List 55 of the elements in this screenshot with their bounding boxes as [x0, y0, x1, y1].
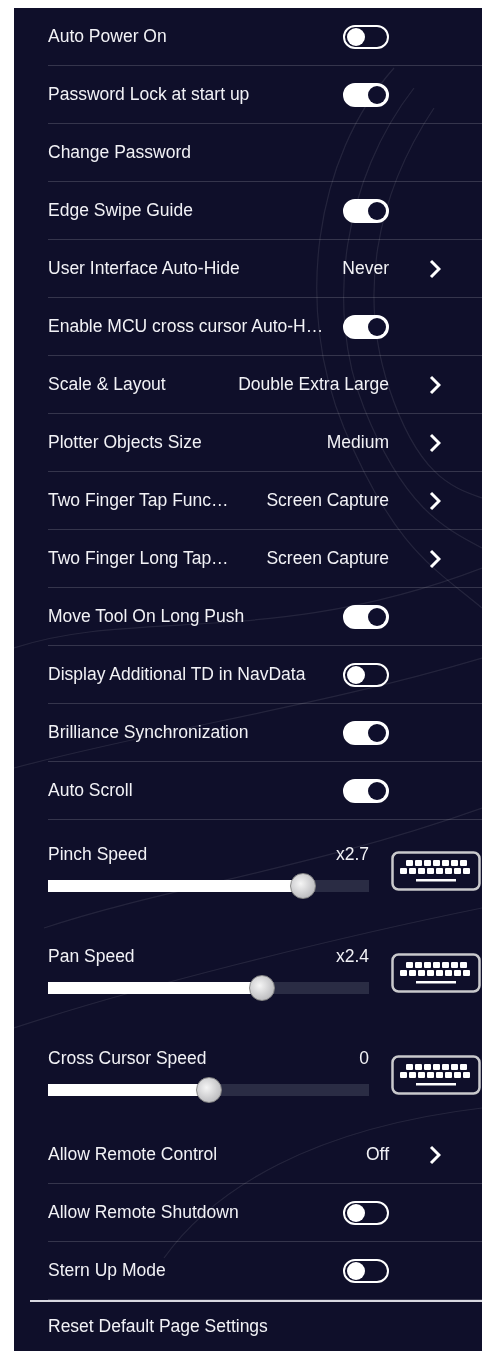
setting-label: Two Finger Long Tap… — [48, 548, 230, 569]
slider-label: Pan Speed — [48, 945, 135, 967]
setting-label: Scale & Layout — [48, 374, 167, 395]
slider-thumb[interactable] — [289, 872, 316, 899]
toggle-switch[interactable] — [343, 604, 389, 629]
setting-value: Screen Capture — [265, 548, 389, 569]
setting-label: Stern Up Mode — [48, 1260, 167, 1281]
toggle-switch[interactable] — [343, 662, 389, 687]
chevron-icon[interactable] — [429, 490, 441, 511]
setting-label: Auto Scroll — [48, 780, 134, 801]
setting-value: Screen Capture — [265, 490, 389, 511]
setting-label: Allow Remote Shutdown — [48, 1202, 240, 1223]
reset-action[interactable]: Reset Default Page Settings — [48, 1316, 268, 1337]
setting-label: Brilliance Synchronization — [48, 722, 250, 743]
setting-label: Two Finger Tap Func… — [48, 490, 230, 511]
keyboard-icon[interactable] — [391, 1055, 481, 1095]
keyboard-icon[interactable] — [391, 953, 481, 993]
setting-label: User Interface Auto-Hide — [48, 258, 241, 279]
setting-label: Allow Remote Control — [48, 1144, 219, 1165]
setting-label: Auto Power On — [48, 26, 168, 47]
slider-label: Cross Cursor Speed — [48, 1047, 207, 1069]
slider-reading: x2.4 — [335, 945, 369, 967]
slider-reading: 0 — [359, 1047, 369, 1069]
slider[interactable] — [48, 974, 369, 1001]
setting-label: Edge Swipe Guide — [48, 200, 194, 221]
slider[interactable] — [48, 1076, 369, 1103]
toggle-switch[interactable] — [343, 1200, 389, 1225]
chevron-icon[interactable] — [429, 432, 441, 453]
keyboard-icon[interactable] — [391, 851, 481, 891]
slider-label: Pinch Speed — [48, 843, 148, 865]
setting-value: Never — [341, 258, 389, 279]
toggle-switch[interactable] — [343, 82, 389, 107]
toggle-switch[interactable] — [343, 24, 389, 49]
setting-value: Medium — [325, 432, 389, 453]
slider-thumb[interactable] — [195, 1076, 222, 1103]
slider[interactable] — [48, 872, 369, 899]
setting-label: Enable MCU cross cursor Auto-H… — [48, 316, 325, 337]
toggle-switch[interactable] — [343, 198, 389, 223]
toggle-switch[interactable] — [343, 720, 389, 745]
slider-thumb[interactable] — [248, 974, 275, 1001]
chevron-icon[interactable] — [429, 548, 441, 569]
chevron-icon[interactable] — [429, 1144, 441, 1165]
setting-action[interactable]: Change Password — [48, 142, 389, 163]
toggle-switch[interactable] — [343, 1258, 389, 1283]
chevron-icon[interactable] — [429, 258, 441, 279]
setting-label: Display Additional TD in NavData — [48, 664, 307, 685]
setting-value: Double Extra Large — [237, 374, 389, 395]
setting-label: Plotter Objects Size — [48, 432, 203, 453]
slider-reading: x2.7 — [335, 843, 369, 865]
setting-value: Off — [364, 1144, 389, 1165]
toggle-switch[interactable] — [343, 778, 389, 803]
toggle-switch[interactable] — [343, 314, 389, 339]
chevron-icon[interactable] — [429, 374, 441, 395]
setting-label: Password Lock at start up — [48, 84, 251, 105]
setting-label: Move Tool On Long Push — [48, 606, 246, 627]
